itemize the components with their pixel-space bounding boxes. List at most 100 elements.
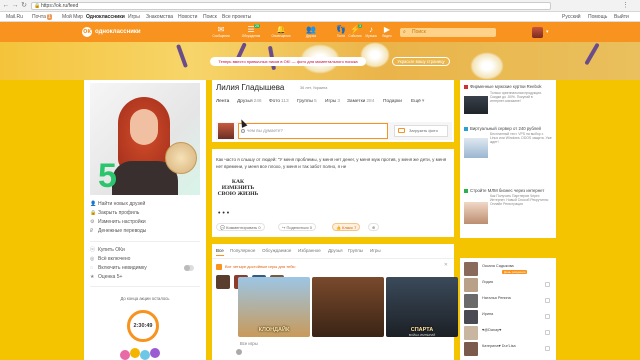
filter-games[interactable]: Игры — [370, 247, 381, 255]
ad-desc: Бесплатный тест. VPS на выбор с Linux ил… — [490, 131, 552, 145]
address-bar[interactable]: 🔒 https://ok.ru/feed — [31, 2, 551, 10]
exit-link[interactable]: Выйти — [614, 12, 629, 22]
link-dating[interactable]: Знакомства — [146, 12, 173, 22]
ad-title: Виртуальный сервер от 240 рублей — [464, 126, 554, 132]
share-button[interactable]: ↪ Поделиться 0 — [278, 223, 316, 231]
menu-invisible[interactable]: ◌ Включить невидимку — [90, 264, 200, 272]
ad-vps[interactable]: Виртуальный сервер от 240 рублей Бесплат… — [464, 126, 554, 158]
search-input[interactable]: ⌕ Поиск — [400, 28, 496, 37]
link-mail[interactable]: Почта 1 — [32, 12, 52, 22]
game-card-klondike[interactable]: КЛОНДАЙК — [238, 277, 310, 337]
nav-notifications[interactable]: 🔔 Оповещения — [266, 25, 296, 39]
forward-icon[interactable]: → — [11, 2, 19, 10]
friend-item[interactable]: Ирина — [464, 310, 554, 324]
avatar — [464, 278, 478, 292]
message-icon[interactable] — [545, 298, 550, 303]
status-input[interactable]: чем вы думаете? — [238, 123, 388, 139]
friend-item[interactable]: Наталья Репина — [464, 294, 554, 308]
link-ok[interactable]: Одноклассники — [86, 12, 125, 22]
mail-count: 1 — [46, 14, 52, 20]
promo-banner[interactable]: Теперь вместо привычных ников в OK! — фо… — [210, 57, 366, 66]
filter-favorites[interactable]: Избранное — [298, 247, 321, 255]
filter-friends[interactable]: Друзья — [328, 247, 343, 255]
menu-buy-oks[interactable]: ⓞ Купить ОКи — [90, 246, 200, 254]
like-plus-icon[interactable]: ⊕ — [368, 223, 380, 231]
ad-mlm[interactable]: Стройте МЛМ бизнес через интернет Как По… — [464, 188, 554, 224]
promo-countdown-timer: 2:30:49 — [127, 310, 159, 342]
tab-friends[interactable]: Друзья246 — [237, 98, 262, 106]
nav-discussions[interactable]: ☰ 25 Обсуждения — [236, 24, 266, 39]
all-games-link[interactable]: Все игры — [240, 341, 258, 346]
filter-popular[interactable]: Популярное — [230, 247, 255, 255]
game-card-sparta[interactable]: СПАРТА ВОЙНА ИМПЕРИЙ — [386, 277, 458, 337]
site-logo[interactable]: ок одноклассники — [82, 27, 141, 37]
message-icon[interactable] — [545, 314, 550, 319]
tab-games[interactable]: Игры3 — [325, 98, 340, 106]
message-icon[interactable] — [545, 346, 550, 351]
friend-item[interactable]: Оксана Садыкова День рождения — [464, 262, 554, 276]
menu-money-transfers[interactable]: ₽ Денежные переводы — [90, 227, 200, 235]
browser-toolbar: ← → ↻ 🔒 https://ok.ru/feed ⋮ — [0, 0, 640, 12]
menu-settings[interactable]: ⚙ Изменить настройки — [90, 218, 200, 226]
ad-reebok[interactable]: Фирменные мужские куртки Reebok Только о… — [464, 84, 554, 114]
menu-label: Денежные переводы — [98, 228, 147, 234]
link-mymir[interactable]: Мой Мир — [62, 12, 83, 22]
profile-photo[interactable]: 5 — [90, 83, 200, 195]
profile-age-location: 36 лет, Украина — [300, 86, 328, 90]
language-select[interactable]: Русский — [562, 12, 581, 22]
post-image-title: КАК ИЗМЕНИТЬ СВОЮ ЖИЗНЬ — [217, 179, 259, 197]
gift-balloons[interactable] — [120, 348, 170, 360]
tab-label: Друзья — [237, 99, 253, 104]
game-card-warrior[interactable] — [312, 277, 384, 337]
post-image[interactable]: КАК ИЗМЕНИТЬ СВОЮ ЖИЗНЬ • • • — [216, 177, 260, 217]
invisible-toggle[interactable] — [184, 265, 194, 271]
tab-feed[interactable]: Лента — [216, 98, 229, 106]
owl-badge-icon[interactable] — [165, 142, 197, 174]
share-label: Поделиться — [286, 225, 309, 230]
link-games[interactable]: Игры — [128, 12, 140, 22]
menu-all-inclusive[interactable]: ◎ Всё включено — [90, 255, 200, 263]
message-icon[interactable] — [545, 330, 550, 335]
chevron-down-icon[interactable]: ▾ — [546, 29, 549, 35]
tab-label: Ещё — [411, 99, 421, 104]
nav-label: Друзья — [305, 34, 317, 38]
friend-item[interactable]: ♥@Danay♥ — [464, 326, 554, 340]
close-icon[interactable]: ✕ — [444, 262, 448, 268]
link-all-projects[interactable]: Все проекты — [222, 12, 251, 22]
profile-sidebar: 5 👤 Найти новых друзей 🔒 Закрыть профиль ⚙… — [84, 80, 206, 360]
upload-photo-button[interactable]: Загрузить фото — [394, 125, 448, 137]
link-search[interactable]: Поиск — [203, 12, 217, 22]
friend-item[interactable]: Лидия — [464, 278, 554, 292]
back-icon[interactable]: ← — [2, 2, 10, 10]
decorate-page-button[interactable]: Украсьте вашу страницу — [392, 57, 450, 66]
message-icon[interactable] — [545, 282, 550, 287]
lock-icon: 🔒 — [90, 210, 97, 216]
tab-groups[interactable]: Группы5 — [297, 98, 317, 106]
friend-item[interactable]: Катерина♥ Dur'Lisa — [464, 342, 554, 356]
game-thumb[interactable] — [216, 275, 230, 289]
reload-icon[interactable]: ↻ — [20, 2, 28, 10]
filter-all[interactable]: Все — [216, 247, 224, 256]
post-more[interactable]: • • • — [218, 210, 229, 217]
menu-icon[interactable]: ⋮ — [622, 1, 629, 9]
nav-video[interactable]: ▶ Видео — [372, 25, 402, 39]
menu-close-profile[interactable]: 🔒 Закрыть профиль — [90, 209, 200, 217]
menu-rating[interactable]: ★ Оценка 5+ — [90, 273, 200, 281]
tab-gifts[interactable]: Подарки — [383, 98, 402, 106]
filter-groups[interactable]: Группы — [348, 247, 363, 255]
like-button[interactable]: 👍 Класс 7 — [332, 223, 361, 231]
user-avatar-small[interactable] — [532, 27, 543, 38]
menu-find-friends[interactable]: 👤 Найти новых друзей — [90, 200, 200, 208]
nav-friends[interactable]: 👥 Друзья — [296, 25, 326, 39]
tab-more[interactable]: Ещё▾ — [411, 98, 424, 106]
help-link[interactable]: Помощь — [588, 12, 607, 22]
nav-messages[interactable]: ✉ Сообщения — [206, 25, 236, 39]
tab-photos[interactable]: Фото113 — [269, 98, 289, 106]
games-recommendation: Вот четыре достойные игры для тебя: ✕ КЛ… — [212, 258, 458, 360]
link-mailru[interactable]: Mail.Ru — [6, 12, 23, 22]
tab-notes[interactable]: Заметки284 — [347, 98, 374, 106]
comment-button[interactable]: 💬 Комментировать 0 — [216, 223, 265, 231]
recorder-icon — [236, 349, 242, 355]
link-news[interactable]: Новости — [178, 12, 197, 22]
filter-discussed[interactable]: Обсуждаемое — [262, 247, 291, 255]
